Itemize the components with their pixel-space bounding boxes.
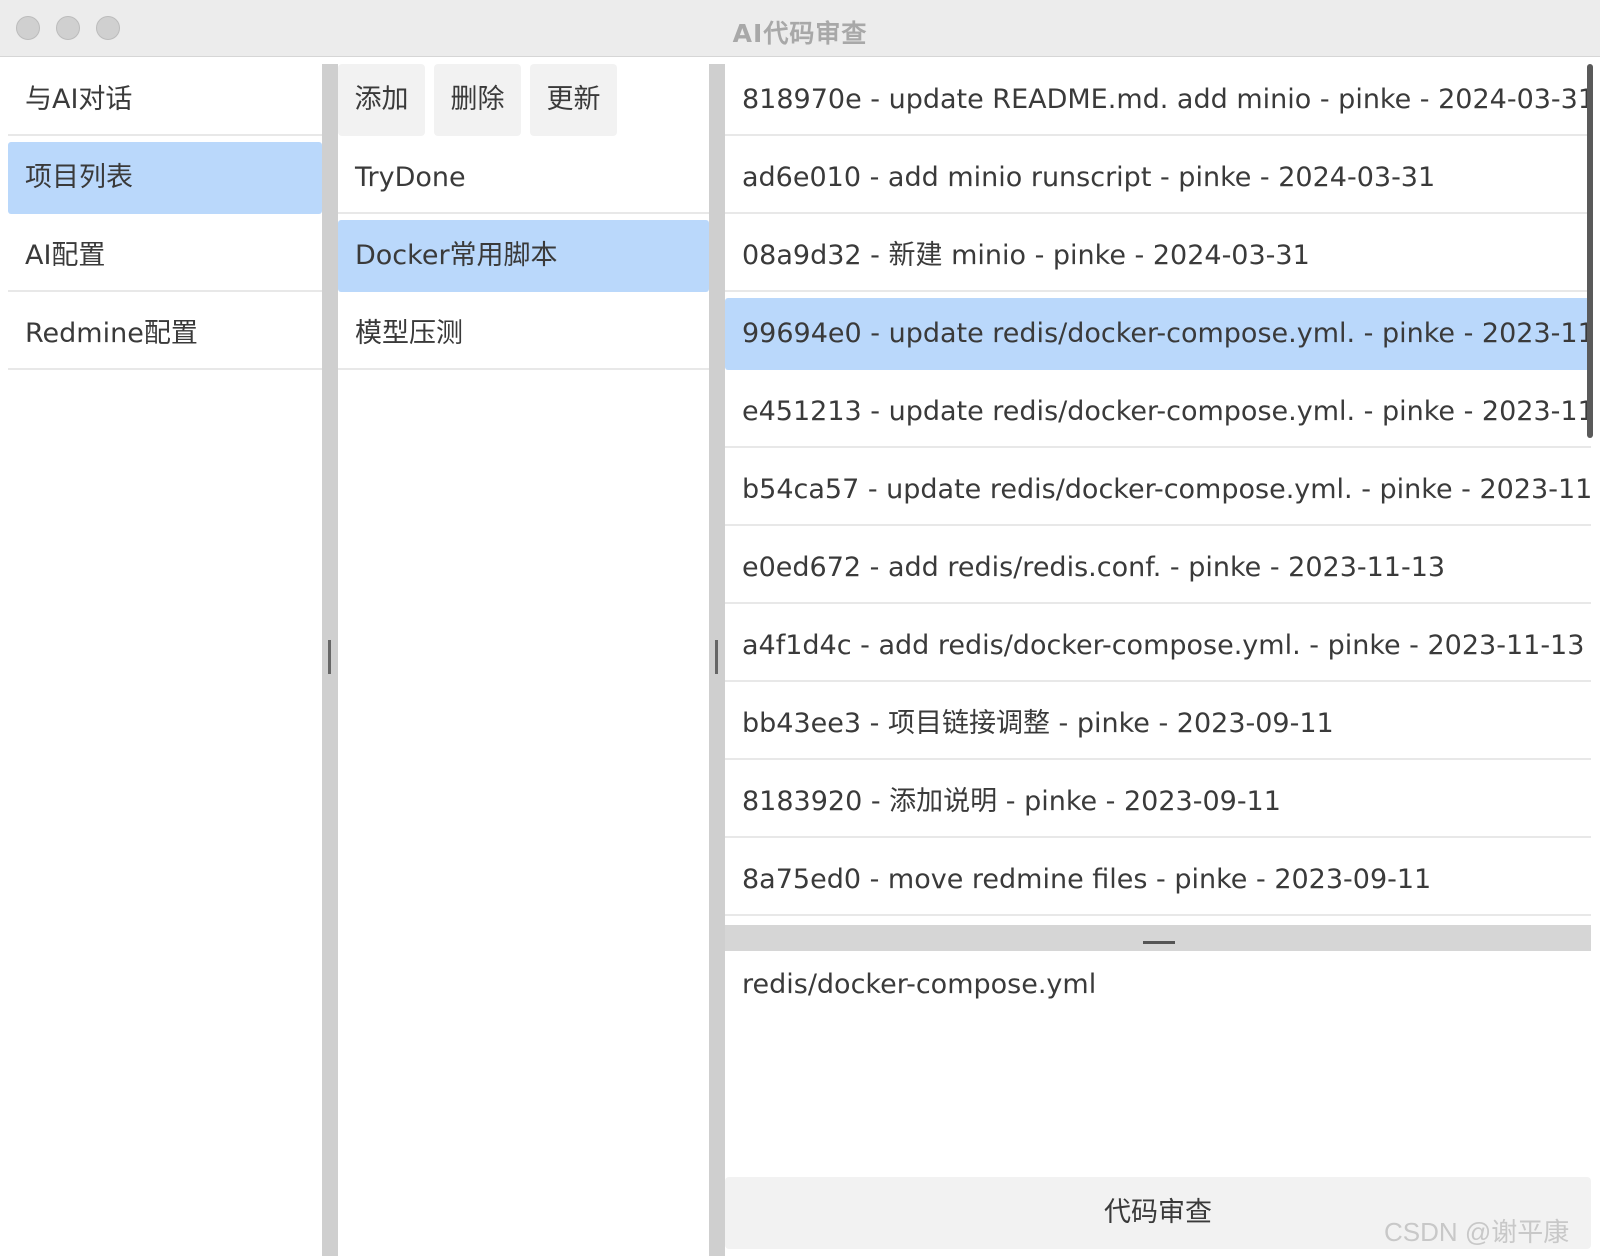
commit-item[interactable]: 08a9d32 - 新建 minio - pinke - 2024-03-31 <box>725 220 1591 292</box>
commit-item[interactable]: 8a75ed0 - move redmine files - pinke - 2… <box>725 844 1591 916</box>
commit-item[interactable]: e451213 - update redis/docker-compose.ym… <box>725 376 1591 448</box>
commit-list-scrollbar[interactable] <box>1587 64 1593 438</box>
window-title: AI代码审查 <box>732 19 868 48</box>
add-button[interactable]: 添加 <box>338 64 425 136</box>
commit-item-selected[interactable]: 99694e0 - update redis/docker-compose.ym… <box>725 298 1591 370</box>
splitter-grip[interactable] <box>328 640 331 674</box>
splitter-grip[interactable] <box>715 640 718 674</box>
delete-button[interactable]: 删除 <box>434 64 521 136</box>
project-item-docker-scripts[interactable]: Docker常用脚本 <box>338 220 709 292</box>
nav-list: 与AI对话 项目列表 AI配置 Redmine配置 <box>8 64 322 376</box>
commit-item[interactable]: 8183920 - 添加说明 - pinke - 2023-09-11 <box>725 766 1591 838</box>
project-splitter[interactable] <box>709 64 725 1256</box>
changed-file-item[interactable]: redis/docker-compose.yml <box>742 969 1574 1000</box>
app-window: AI代码审查 与AI对话 项目列表 AI配置 Redmine配置 添加 删除 更… <box>0 0 1600 1256</box>
commit-item[interactable]: b54ca57 - update redis/docker-compose.ym… <box>725 454 1591 526</box>
nav-splitter[interactable] <box>322 64 338 1256</box>
project-item-model-stress-test[interactable]: 模型压测 <box>338 298 709 370</box>
nav-item-redmine-config[interactable]: Redmine配置 <box>8 298 322 370</box>
watermark: CSDN @谢平康 <box>1384 1217 1570 1247</box>
project-panel: 添加 删除 更新 TryDone Docker常用脚本 模型压测 <box>338 64 709 376</box>
changed-file-list: redis/docker-compose.yml <box>725 951 1591 1171</box>
nav-item-project-list[interactable]: 项目列表 <box>8 142 322 214</box>
commit-item[interactable]: e0ed672 - add redis/redis.conf. - pinke … <box>725 532 1591 604</box>
commit-item[interactable]: bb43ee3 - 项目链接调整 - pinke - 2023-09-11 <box>725 688 1591 760</box>
splitter-grip[interactable] <box>1143 941 1175 944</box>
title-bar: AI代码审查 <box>0 0 1600 57</box>
project-toolbar: 添加 删除 更新 <box>338 64 709 136</box>
nav-item-ai-config[interactable]: AI配置 <box>8 220 322 292</box>
nav-item-ai-chat[interactable]: 与AI对话 <box>8 64 322 136</box>
project-item-trydone[interactable]: TryDone <box>338 142 709 214</box>
commit-item[interactable]: ad6e010 - add minio runscript - pinke - … <box>725 142 1591 214</box>
commit-detail-splitter[interactable] <box>725 925 1591 951</box>
commit-item[interactable]: 818970e - update README.md. add minio - … <box>725 64 1591 136</box>
update-button[interactable]: 更新 <box>530 64 617 136</box>
commit-item[interactable]: a4f1d4c - add redis/docker-compose.yml. … <box>725 610 1591 682</box>
commit-list: 818970e - update README.md. add minio - … <box>725 64 1591 924</box>
